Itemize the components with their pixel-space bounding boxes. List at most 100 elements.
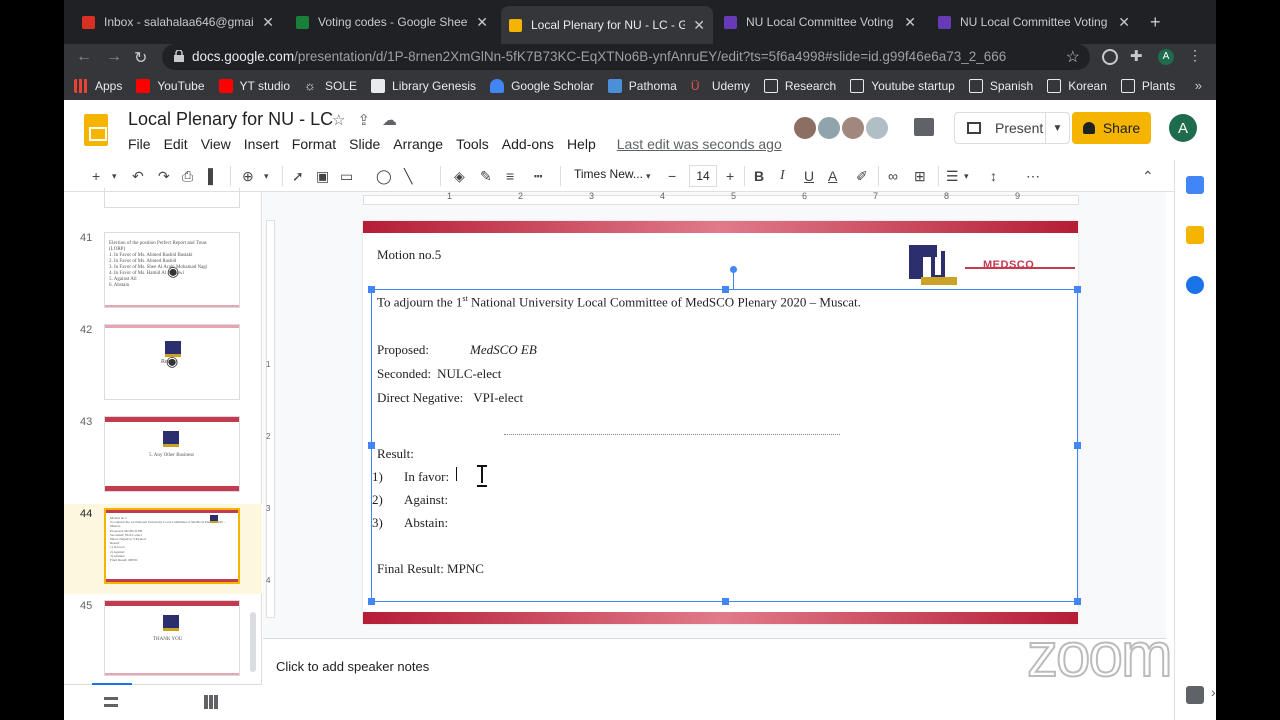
rotate-handle[interactable] [730, 266, 737, 273]
bookmark-spanish[interactable]: Spanish [968, 79, 1033, 93]
close-tab-icon[interactable]: ✕ [693, 17, 705, 34]
increase-font-size-icon[interactable]: + [726, 167, 734, 185]
present-dropdown-icon[interactable]: ▼ [1045, 113, 1069, 143]
tab-forms-1[interactable]: NU Local Committee Voting Re ✕ [716, 8, 924, 36]
shape-icon[interactable]: ◯ [376, 167, 392, 185]
calendar-icon[interactable] [1186, 176, 1204, 194]
bold-icon[interactable]: B [754, 167, 764, 185]
bookmark-korean[interactable]: Korean [1047, 79, 1107, 93]
grid-view-icon[interactable] [204, 695, 218, 709]
document-title[interactable]: Local Plenary for NU - LC [128, 109, 333, 130]
move-to-folder-icon[interactable]: ⇪ [357, 111, 370, 129]
menu-insert[interactable]: Insert [244, 136, 279, 152]
menu-help[interactable]: Help [567, 136, 596, 152]
proposed-line[interactable]: Proposed: MedSCO EB [377, 342, 537, 358]
fill-color-icon[interactable]: ◈ [454, 167, 465, 185]
menu-slide[interactable]: Slide [349, 136, 380, 152]
redo-icon[interactable]: ↷ [158, 167, 170, 185]
filmstrip-view-icon[interactable] [104, 697, 118, 707]
more-options-icon[interactable]: ⋯ [1026, 167, 1040, 185]
close-tab-icon[interactable]: ✕ [262, 14, 274, 31]
select-cursor-icon[interactable]: ➚ [292, 167, 304, 185]
underline-icon[interactable]: U [804, 167, 814, 185]
result-abstain[interactable]: 3) Abstain: [372, 515, 448, 531]
collapse-toolbar-icon[interactable]: ⌃ [1142, 167, 1154, 185]
adjourn-motion-text[interactable]: To adjourn the 1st National University L… [377, 294, 861, 310]
resize-handle[interactable] [1074, 598, 1081, 605]
result-against[interactable]: 2) Against: [372, 492, 448, 508]
menu-addons[interactable]: Add-ons [502, 136, 554, 152]
cloud-saved-icon[interactable]: ☁ [382, 111, 397, 129]
line-spacing-icon[interactable]: ↕ [990, 167, 997, 185]
menu-edit[interactable]: Edit [164, 136, 188, 152]
tab-slides-active[interactable]: Local Plenary for NU - LC - Go ✕ [501, 6, 713, 44]
slide-thumbnail[interactable]: Motion no.5 To adjourn the 1st National … [104, 508, 240, 584]
final-result[interactable]: Final Result: MPNC [377, 561, 484, 577]
explore-icon[interactable] [1186, 686, 1204, 704]
star-icon[interactable]: ☆ [332, 111, 345, 129]
menu-file[interactable]: File [128, 136, 151, 152]
paint-format-icon[interactable]: ▌ [208, 167, 218, 185]
border-dash-icon[interactable]: ┅ [534, 167, 542, 185]
nu-medsco-logo[interactable]: MEDSCO [909, 241, 1075, 289]
bookmark-yt-studio[interactable]: YT studio [218, 79, 290, 93]
font-size-input[interactable]: 14 [689, 165, 717, 187]
text-box-icon[interactable]: ▣ [316, 167, 329, 185]
seconded-line[interactable]: Seconded: NULC-elect [377, 366, 501, 382]
link-icon[interactable]: ∞ [888, 167, 898, 185]
last-edit-link[interactable]: Last edit was seconds ago [617, 136, 782, 152]
new-slide-dropdown-icon[interactable]: ▾ [112, 167, 117, 185]
bookmark-youtube-startup[interactable]: Youtube startup [850, 79, 955, 93]
resize-handle[interactable] [368, 286, 375, 293]
menu-format[interactable]: Format [292, 136, 336, 152]
close-tab-icon[interactable]: ✕ [904, 14, 916, 31]
result-in-favor[interactable]: 1) In favor: [372, 469, 449, 485]
slide-thumbnail-partial[interactable] [104, 188, 240, 208]
close-tab-icon[interactable]: ✕ [1118, 14, 1130, 31]
bookmark-udemy[interactable]: Ü Udemy [691, 79, 750, 93]
selected-text-box[interactable] [368, 266, 1081, 605]
reload-icon[interactable]: ↻ [134, 48, 147, 68]
menu-view[interactable]: View [201, 136, 231, 152]
resize-handle[interactable] [722, 286, 729, 293]
slide-thumbnail[interactable]: Election of the position Perfect Report … [104, 232, 240, 308]
new-slide-icon[interactable]: + [92, 167, 100, 185]
profile-avatar[interactable]: A [1158, 49, 1174, 65]
italic-icon[interactable]: I [780, 167, 785, 185]
present-button[interactable]: Present ▼ [954, 112, 1070, 144]
browser-menu-icon[interactable]: ⋮ [1188, 47, 1204, 63]
back-icon[interactable]: ← [76, 48, 92, 66]
resize-handle[interactable] [1074, 286, 1081, 293]
resize-handle[interactable] [368, 598, 375, 605]
bookmark-pathoma[interactable]: Pathoma [607, 79, 677, 93]
bookmark-plants[interactable]: Plants [1120, 79, 1175, 93]
slide-thumbnail[interactable]: THANK YOU [104, 600, 240, 676]
zoom-dropdown-icon[interactable]: ▾ [264, 167, 269, 185]
filmstrip-scrollbar[interactable] [250, 612, 256, 672]
forward-icon[interactable]: → [106, 48, 122, 66]
bookmark-sole[interactable]: ☼ SOLE [304, 79, 357, 94]
image-icon[interactable]: ▭ [340, 167, 353, 185]
slide-thumbnail[interactable]: 5. Any Other Business [104, 416, 240, 492]
filmstrip-row-44-selected[interactable]: 44 Motion no.5 To adjourn the 1st Nation… [64, 504, 262, 594]
tasks-icon[interactable] [1186, 276, 1204, 294]
font-family-select[interactable]: Times New... [574, 167, 643, 181]
current-slide[interactable]: Motion no.5 MEDSCO To adjourn the 1st Na… [363, 221, 1081, 624]
account-avatar[interactable]: A [1169, 114, 1197, 142]
direct-negative-line[interactable]: Direct Negative: VPI-elect [377, 390, 523, 406]
address-bar[interactable]: docs.google.com/presentation/d/1P-8rnen2… [162, 44, 1090, 70]
bookmarks-overflow-icon[interactable]: » [1195, 78, 1202, 93]
filmstrip-row-45[interactable]: 45 THANK YOU [64, 596, 262, 686]
show-side-panel-icon[interactable]: › [1211, 684, 1216, 700]
decrease-font-size-icon[interactable]: − [668, 167, 676, 185]
filmstrip-row-42[interactable]: 42 Recess ◉ [64, 320, 262, 410]
line-icon[interactable]: ╲ [404, 167, 412, 185]
tab-gmail[interactable]: Inbox - salahalaa646@gmail.c ✕ [74, 8, 282, 36]
add-comment-icon[interactable]: ⊞ [914, 167, 926, 185]
highlight-icon[interactable]: ✐ [856, 167, 868, 185]
border-color-icon[interactable]: ✎ [480, 167, 492, 185]
filmstrip-row-41[interactable]: 41 Election of the position Perfect Repo… [64, 228, 262, 318]
collaborator-avatar[interactable] [792, 115, 818, 141]
tab-forms-2[interactable]: NU Local Committee Voting Re ✕ [930, 8, 1138, 36]
zoom-icon[interactable]: ⊕ [242, 167, 254, 185]
